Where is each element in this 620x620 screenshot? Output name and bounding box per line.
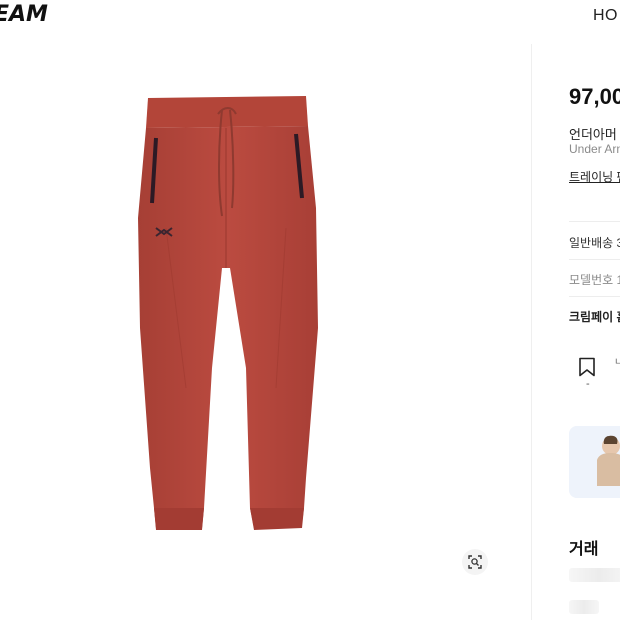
column-divider — [531, 44, 532, 620]
loading-placeholder — [569, 600, 599, 614]
zoom-scan-icon — [468, 555, 482, 569]
divider — [569, 296, 620, 297]
category-tag-link[interactable]: 트레이닝 팬 — [569, 168, 620, 185]
promo-banner[interactable] — [569, 426, 620, 498]
shipping-info: 일반배송 3 — [569, 236, 620, 250]
nav-home-link[interactable]: HO — [593, 7, 618, 25]
promo-model-image — [569, 426, 620, 498]
divider — [569, 259, 620, 260]
model-number: 모델번호 1: — [569, 273, 620, 287]
product-name-ko: 언더아머 . — [569, 127, 620, 142]
bookmark-icon — [579, 357, 595, 377]
product-name-en: Under Arm — [569, 142, 620, 156]
loading-placeholder — [569, 568, 620, 582]
cream-pay-info[interactable]: 크림페이 흠 — [569, 308, 620, 325]
truncated-action-label: ㄴ 공 — [614, 357, 620, 368]
divider — [569, 221, 620, 222]
product-price: 97,00 — [569, 84, 620, 109]
trade-section-title: 거래 — [569, 541, 599, 558]
product-image — [126, 88, 326, 543]
brand-logo[interactable]: EAM — [0, 2, 48, 27]
wishlist-count: - — [586, 378, 590, 390]
zoom-button[interactable] — [462, 549, 488, 575]
